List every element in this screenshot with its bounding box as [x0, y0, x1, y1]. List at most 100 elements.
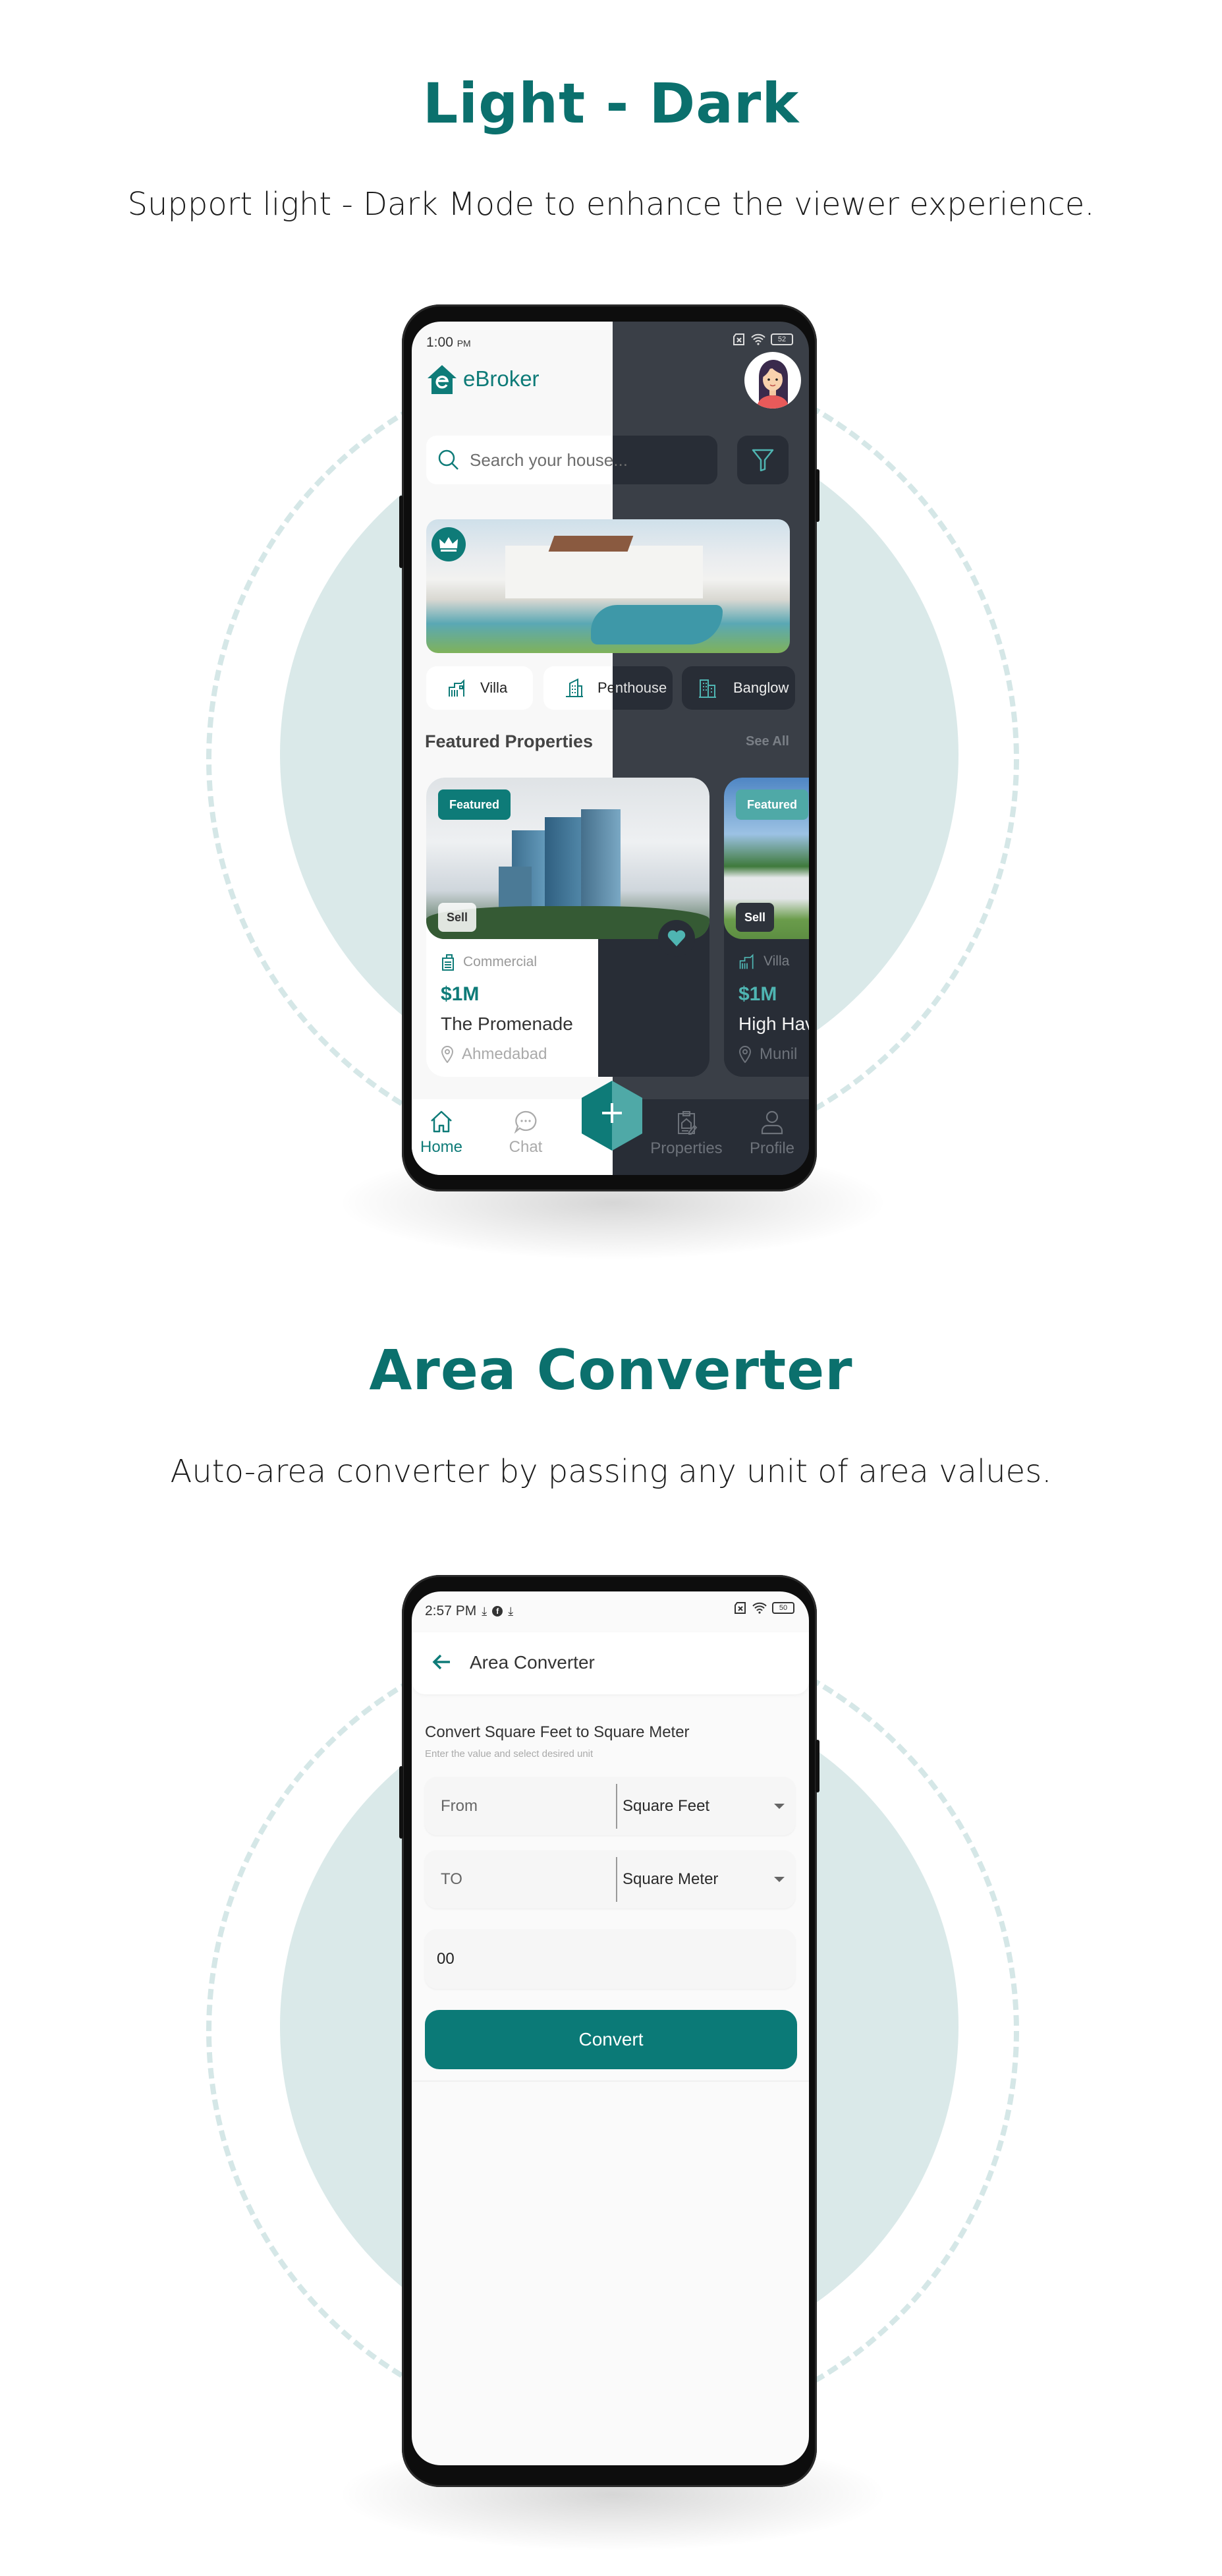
nav-label: Profile: [749, 1139, 795, 1157]
wifi-icon: [752, 1602, 767, 1614]
sim-off-icon: [735, 1602, 746, 1614]
villa-icon: [449, 679, 464, 697]
from-unit-select[interactable]: Square Feet: [623, 1777, 709, 1835]
category-label: Banglow: [733, 679, 789, 696]
property-location-label: Munil: [760, 1045, 798, 1063]
premium-badge: [431, 527, 466, 561]
section-title-light-dark: Light - Dark: [422, 71, 800, 136]
banner-house-shape: [505, 546, 703, 598]
download-icon: ⤓: [482, 1604, 487, 1618]
add-property-fab[interactable]: [580, 1079, 644, 1152]
property-location-label: Ahmedabad: [462, 1045, 547, 1063]
app-logo: eBroker: [426, 364, 540, 394]
filter-icon: [752, 449, 774, 472]
location-pin-icon: [441, 1046, 454, 1063]
avatar[interactable]: [744, 352, 801, 409]
section-subtitle-area-converter: Auto-area converter by passing any unit …: [170, 1453, 1052, 1490]
result-field[interactable]: 00: [425, 1930, 795, 1989]
phone-screen: 1:00 PM 52 eBroker Search your house... …: [412, 322, 809, 1175]
property-price: $1M: [441, 983, 480, 1005]
property-category-label: Commercial: [463, 954, 538, 969]
search-icon: [438, 449, 458, 470]
app-bar: Area Converter: [412, 1632, 809, 1694]
field-divider: [616, 1857, 617, 1902]
app-bar-title: Area Converter: [470, 1652, 595, 1673]
divider: [412, 2080, 809, 2082]
nav-profile[interactable]: Profile: [742, 1110, 802, 1158]
property-name: High Hav: [738, 1014, 809, 1034]
to-input-placeholder[interactable]: TO: [441, 1850, 462, 1908]
category-chip-banglow[interactable]: Banglow: [682, 666, 795, 710]
category-label: Villa: [480, 679, 508, 696]
side-button: [399, 496, 403, 568]
side-button: [816, 1740, 819, 1792]
phone-screen: 2:57 PM ⤓ f ⤓ 50 Area Converter Convert …: [412, 1591, 809, 2465]
hexagon-fab-shape: [582, 1081, 642, 1151]
nav-home[interactable]: Home: [412, 1110, 471, 1157]
location-pin-icon: [738, 1046, 752, 1063]
avatar-illustration: [756, 360, 789, 409]
section-title-area-converter: Area Converter: [369, 1338, 853, 1402]
search-placeholder: Search your house...: [470, 450, 628, 470]
home-icon: [431, 1110, 452, 1133]
status-icons: 52: [733, 333, 793, 345]
featured-badge: Featured: [438, 789, 511, 820]
convert-button[interactable]: Convert: [425, 2010, 797, 2069]
dropdown-caret-icon[interactable]: [774, 1804, 785, 1809]
featured-properties-heading: Featured Properties: [425, 731, 594, 751]
category-chip-penthouse[interactable]: Penthouse: [543, 666, 673, 710]
property-name: The Promenade: [441, 1014, 573, 1034]
side-button: [816, 469, 819, 522]
nav-label: Properties: [650, 1139, 723, 1157]
house-logo-icon: [428, 365, 457, 394]
heart-icon: [667, 930, 686, 946]
property-card[interactable]: Featured Sell Villa $1M High Hav Munil: [724, 778, 809, 1077]
properties-icon: [678, 1111, 698, 1135]
banglow-icon: [699, 679, 716, 698]
property-price: $1M: [738, 983, 777, 1005]
featured-badge: Featured: [736, 789, 808, 820]
app-name: eBroker: [463, 366, 540, 391]
wifi-icon: [751, 333, 765, 345]
status-bar-left: 2:57 PM ⤓ f ⤓: [425, 1603, 513, 1619]
sell-tag: Sell: [736, 903, 774, 932]
nav-label: Home: [420, 1138, 463, 1156]
to-unit-select[interactable]: Square Meter: [623, 1850, 718, 1908]
profile-icon: [761, 1110, 783, 1135]
crown-icon: [439, 537, 458, 552]
battery-icon: 50: [772, 1602, 794, 1614]
nav-properties[interactable]: Properties: [644, 1110, 729, 1158]
property-card[interactable]: Featured Sell Commercial $1M The Promena…: [426, 778, 709, 1077]
property-category: Commercial: [441, 953, 537, 971]
converter-heading: Convert Square Feet to Square Meter: [425, 1723, 690, 1741]
featured-banner-image[interactable]: [426, 519, 790, 653]
back-arrow-icon[interactable]: [431, 1653, 451, 1671]
status-time: 1:00 PM: [426, 335, 471, 350]
category-label: Penthouse: [597, 679, 667, 696]
from-field[interactable]: From Square Feet: [425, 1777, 795, 1835]
sim-off-icon: [733, 333, 744, 345]
side-button: [399, 1766, 403, 1839]
dropdown-caret-icon[interactable]: [774, 1877, 785, 1882]
penthouse-icon: [566, 678, 583, 697]
see-all-link[interactable]: See All: [746, 734, 789, 749]
result-value: 00: [437, 1950, 455, 1968]
favorite-button[interactable]: [658, 920, 695, 957]
status-icons: 50: [734, 1602, 794, 1614]
banner-pool-shape: [591, 605, 723, 644]
filter-button[interactable]: [737, 436, 789, 484]
from-input-placeholder[interactable]: From: [441, 1777, 478, 1835]
property-location: Ahmedabad: [441, 1045, 547, 1064]
to-field[interactable]: TO Square Meter: [425, 1850, 795, 1908]
property-location: Munil: [738, 1045, 797, 1064]
search-field[interactable]: Search your house...: [426, 436, 717, 484]
phone-frame-area-converter: 2:57 PM ⤓ f ⤓ 50 Area Converter Convert …: [399, 1575, 819, 2487]
category-chip-villa[interactable]: Villa: [426, 666, 533, 710]
nav-chat[interactable]: Chat: [496, 1110, 555, 1157]
search-field-dark-bg: [613, 436, 717, 484]
section-subtitle-light-dark: Support light - Dark Mode to enhance the…: [127, 186, 1095, 223]
field-divider: [616, 1784, 617, 1829]
download-icon: ⤓: [508, 1604, 514, 1618]
sell-tag: Sell: [438, 903, 476, 932]
banner-roof-shape: [548, 536, 634, 552]
